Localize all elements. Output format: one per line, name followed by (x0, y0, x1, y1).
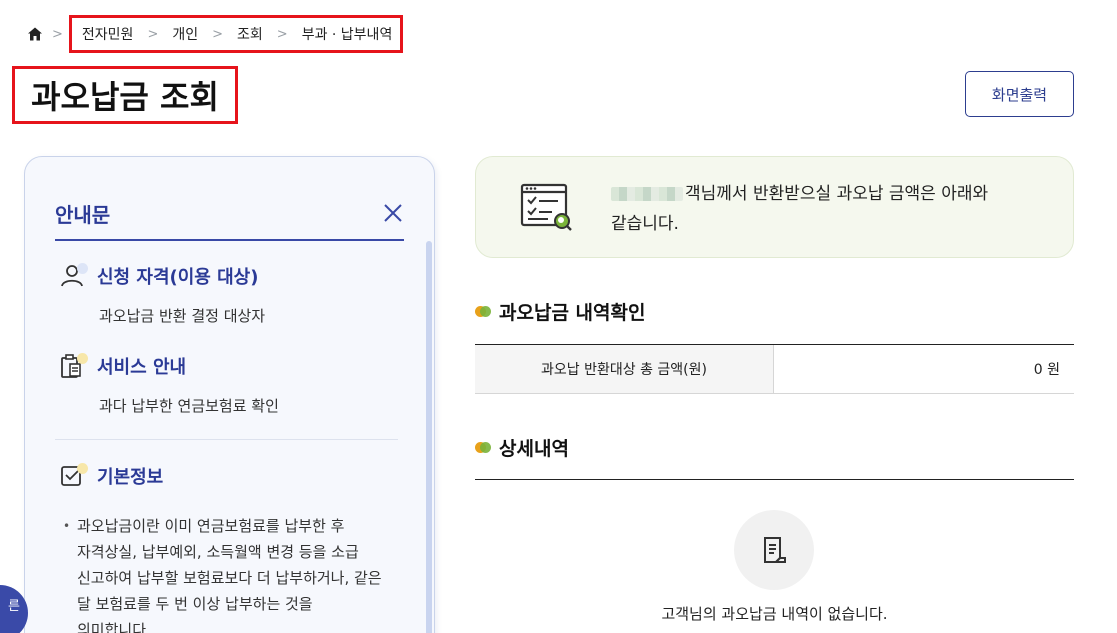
notice-text: 객님께서 반환받으실 과오납 금액은 아래와 같습니다. (611, 179, 1041, 239)
section-bullet-icon (475, 305, 491, 319)
summary-table: 과오납 반환대상 총 금액(원) 0 원 (475, 344, 1074, 394)
detail-section-title: 상세내역 (475, 434, 569, 461)
info-section-body: 과오납금이란 이미 연금보험료를 납부한 후 자격상실, 납부예외, 소득월액 … (63, 513, 403, 633)
breadcrumb-separator: > (147, 26, 159, 42)
breadcrumb-item-inquiry[interactable]: 조회 (237, 24, 263, 44)
home-icon[interactable] (26, 25, 44, 43)
breadcrumb-separator: > (52, 26, 63, 42)
floating-menu-label: 른 (8, 598, 20, 614)
info-section-title: 서비스 안내 (97, 357, 187, 378)
summary-title-text: 과오납금 내역확인 (499, 302, 646, 324)
breadcrumb-separator: > (276, 26, 288, 42)
clipboard-icon (59, 353, 88, 379)
info-panel-scrollbar[interactable] (426, 241, 432, 633)
info-divider (55, 439, 398, 440)
info-panel: 안내문 신청 자격(이용 대상) 과오납금 반환 결정 대상자 서비스 안내 과… (24, 156, 435, 633)
info-body-line: 의미합니다. (77, 621, 151, 633)
breadcrumb-item-payment[interactable]: 부과 · 납부내역 (302, 24, 393, 44)
info-body-line: 자격상실, 납부예외, 소득월액 변경 등을 소급 (77, 543, 359, 561)
info-section-desc: 과오납금 반환 결정 대상자 (99, 307, 266, 325)
page-title: 과오납금 조회 (31, 78, 219, 116)
print-button[interactable]: 화면출력 (965, 71, 1074, 117)
breadcrumb-item-personal[interactable]: 개인 (172, 24, 198, 44)
notice-line: 객님께서 반환받으실 과오납 금액은 아래와 (685, 184, 989, 204)
info-section-title: 기본정보 (97, 467, 164, 488)
summary-value: 0 원 (1033, 362, 1060, 378)
document-icon (734, 510, 814, 590)
breadcrumb-item-civil[interactable]: 전자민원 (82, 24, 134, 44)
page-title-box: 과오납금 조회 (12, 66, 238, 124)
summary-label: 과오납 반환대상 총 금액(원) (475, 345, 774, 393)
summary-section-title: 과오납금 내역확인 (475, 298, 645, 325)
info-panel-header: 안내문 (55, 187, 404, 241)
info-panel-title: 안내문 (55, 202, 111, 227)
masked-customer-name (611, 187, 683, 201)
detail-title-text: 상세내역 (499, 438, 569, 460)
breadcrumb-separator: > (212, 26, 224, 42)
info-section-eligibility: 신청 자격(이용 대상) 과오납금 반환 결정 대상자 (59, 263, 398, 326)
notice-box: 객님께서 반환받으실 과오납 금액은 아래와 같습니다. (475, 156, 1074, 258)
person-icon (59, 263, 88, 289)
info-section-title: 신청 자격(이용 대상) (97, 267, 259, 288)
detail-divider (475, 479, 1074, 480)
breadcrumb: 전자민원 > 개인 > 조회 > 부과 · 납부내역 (68, 15, 404, 53)
checkbox-icon (59, 463, 88, 489)
notice-line: 같습니다. (611, 214, 679, 234)
info-body-line: 달 보험료를 두 번 이상 납부하는 것을 (77, 595, 313, 613)
info-section-basic: 기본정보 과오납금이란 이미 연금보험료를 납부한 후 자격상실, 납부예외, … (59, 463, 398, 633)
info-body-line: 과오납금이란 이미 연금보험료를 납부한 후 (77, 517, 345, 535)
info-section-service: 서비스 안내 과다 납부한 연금보험료 확인 (59, 353, 398, 416)
info-body-line: 신고하여 납부할 보험료보다 더 납부하거나, 같은 (77, 569, 382, 587)
empty-state-text: 고객님의 과오납금 내역이 없습니다. (661, 605, 888, 623)
browser-checklist-icon (520, 181, 574, 235)
breadcrumb-row: > 전자민원 > 개인 > 조회 > 부과 · 납부내역 (26, 15, 404, 53)
section-bullet-icon (475, 441, 491, 455)
close-icon[interactable] (382, 202, 404, 224)
info-section-desc: 과다 납부한 연금보험료 확인 (99, 397, 279, 415)
